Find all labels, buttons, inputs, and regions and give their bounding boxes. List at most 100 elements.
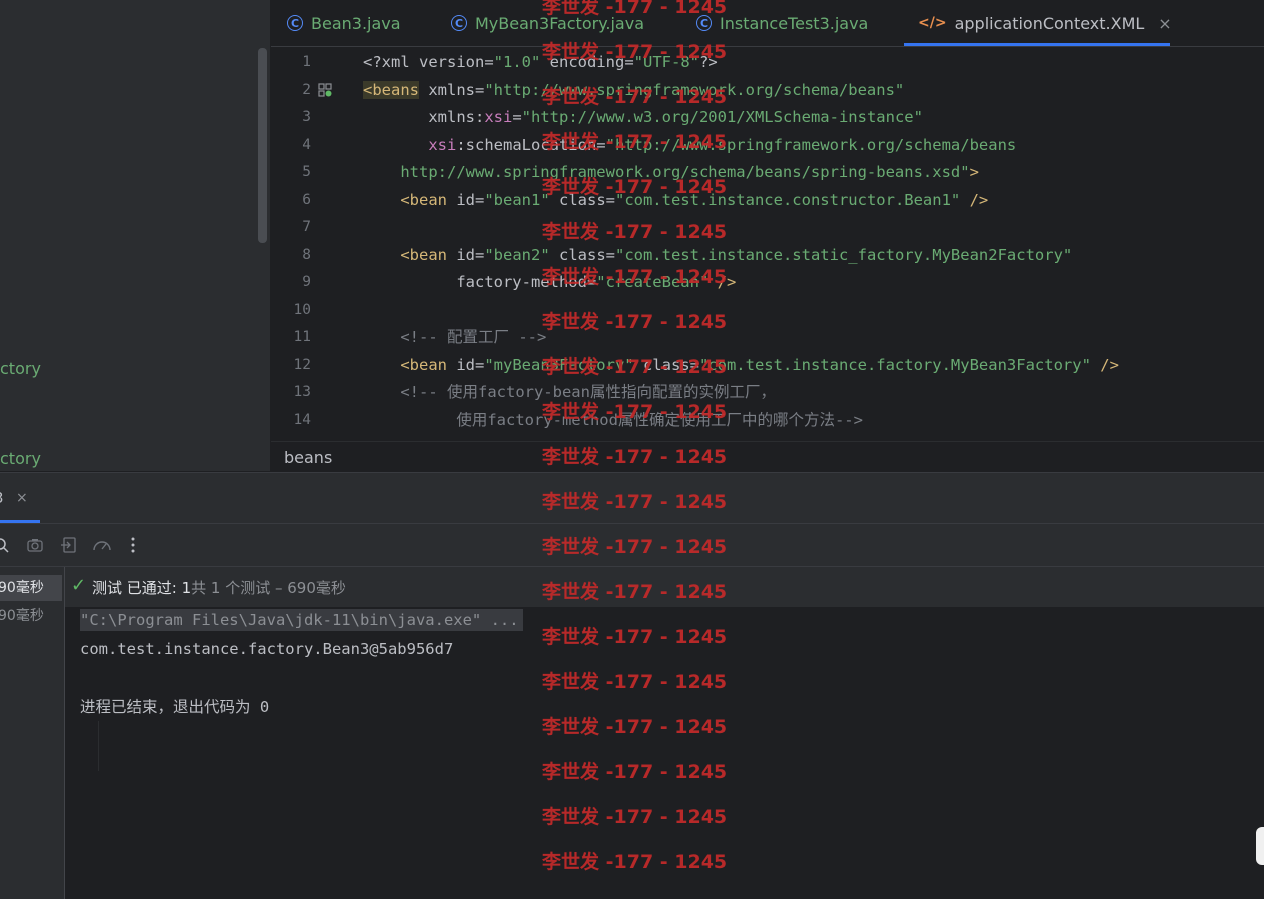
- xml-file-icon: </>: [918, 15, 947, 31]
- code-text: <bean id="myBean3Factory" class="com.tes…: [363, 352, 1119, 379]
- test-status-summary: 共 1 个测试 – 690毫秒: [191, 579, 346, 597]
- camera-icon[interactable]: [26, 536, 44, 554]
- line-number[interactable]: 14: [271, 407, 311, 434]
- code-text: 使用factory-method属性确定使用工厂中的哪个方法-->: [363, 407, 863, 434]
- console-indent-guide: [98, 721, 99, 771]
- code-text: http://www.springframework.org/schema/be…: [363, 159, 979, 186]
- code-token: encoding=: [540, 53, 634, 71]
- floating-widget[interactable]: [1256, 827, 1264, 865]
- code-token: <?xml version=: [363, 53, 494, 71]
- breadcrumb-item-beans[interactable]: beans: [284, 448, 332, 467]
- breadcrumb: beans: [271, 441, 1264, 472]
- code-token: />: [1090, 355, 1119, 374]
- code-token: id=: [447, 190, 485, 209]
- code-line[interactable]: 14 使用factory-method属性确定使用工厂中的哪个方法-->: [271, 407, 1264, 434]
- code-token: "createBean": [596, 273, 709, 291]
- console-exit-line: 进程已结束，退出代码为 0: [80, 698, 270, 716]
- code-line[interactable]: 9 factory-method="createBean" />: [271, 269, 1264, 296]
- code-line[interactable]: 3 xmlns:xsi="http://www.w3.org/2001/XMLS…: [271, 104, 1264, 131]
- code-token: />: [708, 273, 737, 291]
- code-text: <bean id="bean2" class="com.test.instanc…: [363, 242, 1072, 269]
- code-token: "http://www.w3.org/2001/XMLSchema-instan…: [521, 108, 923, 126]
- code-token: id=: [447, 245, 485, 264]
- test-status-prefix: 测试 已通过:: [92, 579, 182, 597]
- code-token: />: [960, 190, 989, 209]
- test-tree-item-time[interactable]: 90毫秒: [0, 605, 44, 625]
- code-line[interactable]: 8 <bean id="bean2" class="com.test.insta…: [271, 242, 1264, 269]
- tab-bean3-java[interactable]: C Bean3.java: [287, 0, 401, 46]
- code-line[interactable]: 12 <bean id="myBean3Factory" class="com.…: [271, 352, 1264, 379]
- code-token: id=: [447, 355, 485, 374]
- run-tab-header: 3 ×: [0, 473, 1264, 524]
- line-number[interactable]: 3: [271, 104, 311, 131]
- line-number[interactable]: 6: [271, 187, 311, 214]
- project-tree-item[interactable]: ctory: [0, 449, 41, 468]
- code-token: xmlns:: [363, 108, 485, 126]
- code-line[interactable]: 4 xsi:schemaLocation="http://www.springf…: [271, 132, 1264, 159]
- line-number[interactable]: 2: [271, 77, 311, 104]
- code-token: "1.0": [493, 53, 541, 71]
- run-toolbar: [0, 524, 1264, 567]
- code-token: <!-- 配置工厂 -->: [363, 328, 547, 346]
- gauge-icon[interactable]: [91, 536, 113, 554]
- active-run-tab-indicator: [0, 520, 40, 523]
- export-icon[interactable]: [60, 536, 78, 554]
- close-icon[interactable]: ×: [16, 490, 28, 506]
- line-number[interactable]: 10: [271, 297, 311, 324]
- console-command-line[interactable]: "C:\Program Files\Java\jdk-11\bin\java.e…: [80, 609, 523, 631]
- test-tree: 90毫秒 90毫秒: [0, 567, 65, 899]
- tab-label: MyBean3Factory.java: [475, 13, 644, 33]
- code-token: class=: [633, 355, 699, 374]
- more-options-icon[interactable]: [124, 536, 142, 554]
- spring-bean-gutter-icon[interactable]: [318, 83, 332, 97]
- code-token: http://www.springframework.org/schema/be…: [363, 163, 970, 181]
- console-output[interactable]: "C:\Program Files\Java\jdk-11\bin\java.e…: [65, 607, 1264, 899]
- code-line[interactable]: 13 <!-- 使用factory-bean属性指向配置的实例工厂，: [271, 379, 1264, 406]
- line-number[interactable]: 11: [271, 324, 311, 351]
- code-line[interactable]: 11 <!-- 配置工厂 -->: [271, 324, 1264, 351]
- code-token: <bean: [363, 190, 447, 209]
- line-number[interactable]: 5: [271, 159, 311, 186]
- project-scrollbar[interactable]: [258, 48, 267, 243]
- code-token: xmlns=: [419, 80, 485, 99]
- code-token: class=: [549, 245, 615, 264]
- check-icon: ✓: [71, 575, 87, 596]
- code-line[interactable]: 5 http://www.springframework.org/schema/…: [271, 159, 1264, 186]
- code-editor[interactable]: 1 <?xml version="1.0" encoding="UTF-8"?> 2…: [271, 47, 1264, 440]
- console-output-line: com.test.instance.factory.Bean3@5ab956d7: [80, 640, 454, 658]
- line-number[interactable]: 13: [271, 379, 311, 406]
- code-token: =: [512, 108, 522, 126]
- code-token: <!-- 使用factory-bean属性指向配置的实例工厂，: [363, 383, 776, 401]
- code-token: "bean1": [484, 190, 550, 209]
- project-tree-item[interactable]: ctory: [0, 359, 41, 378]
- code-text: <!-- 使用factory-bean属性指向配置的实例工厂，: [363, 379, 776, 406]
- code-token: >: [969, 163, 979, 181]
- code-token: "http://www.springframework.org/schema/b…: [484, 80, 905, 99]
- tab-label: applicationContext.XML: [954, 13, 1145, 33]
- tab-instancetest3-java[interactable]: C InstanceTest3.java: [696, 0, 868, 46]
- run-tab-label[interactable]: 3: [0, 489, 4, 507]
- line-number[interactable]: 8: [271, 242, 311, 269]
- tab-applicationcontext-xml[interactable]: </> applicationContext.XML ×: [918, 0, 1172, 46]
- line-number[interactable]: 1: [271, 49, 311, 76]
- line-number[interactable]: 12: [271, 352, 311, 379]
- search-icon[interactable]: [0, 536, 10, 554]
- java-class-icon: C: [287, 15, 303, 31]
- line-number[interactable]: 7: [271, 214, 311, 241]
- tab-mybean3factory-java[interactable]: C MyBean3Factory.java: [451, 0, 644, 46]
- line-number[interactable]: 9: [271, 269, 311, 296]
- code-line[interactable]: 6 <bean id="bean1" class="com.test.insta…: [271, 187, 1264, 214]
- code-token: "com.test.instance.constructor.Bean1": [614, 190, 961, 209]
- code-token: :schemaLocation=: [456, 135, 606, 154]
- code-line[interactable]: 1 <?xml version="1.0" encoding="UTF-8"?>: [271, 49, 1264, 76]
- test-tree-root-time[interactable]: 90毫秒: [0, 575, 62, 601]
- code-line[interactable]: 2 <beans xmlns="http://www.springframewor…: [271, 77, 1264, 104]
- line-number[interactable]: 4: [271, 132, 311, 159]
- close-icon[interactable]: ×: [1158, 14, 1171, 33]
- code-token: "com.test.instance.factory.MyBean3Factor…: [698, 355, 1091, 374]
- code-line[interactable]: 10: [271, 297, 1264, 324]
- code-line[interactable]: 7: [271, 214, 1264, 241]
- code-token: "com.test.instance.static_factory.MyBean…: [614, 245, 1073, 264]
- code-text: <!-- 配置工厂 -->: [363, 324, 546, 351]
- test-status-text: 测试 已通过: 1共 1 个测试 – 690毫秒: [92, 577, 346, 598]
